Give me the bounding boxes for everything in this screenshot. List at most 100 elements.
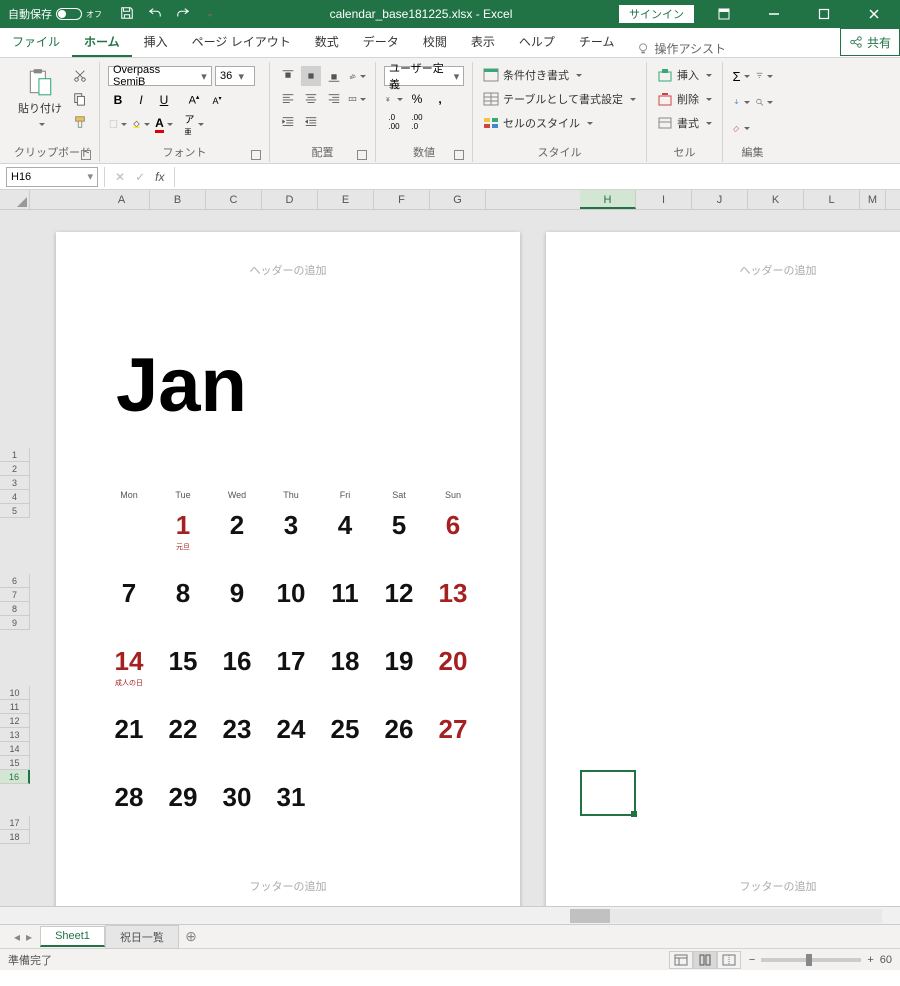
nav-prev-icon[interactable]: ◂	[14, 930, 20, 944]
calendar-title[interactable]: Jan	[116, 342, 247, 429]
footer-placeholder[interactable]: フッターの追加	[546, 878, 900, 894]
row-header[interactable]: 6	[0, 574, 30, 588]
comma-button[interactable]: ,	[430, 89, 450, 109]
tab-view[interactable]: 表示	[459, 27, 507, 57]
borders-button[interactable]	[108, 114, 128, 134]
row-header[interactable]: 4	[0, 490, 30, 504]
col-header[interactable]: A	[94, 190, 150, 209]
col-header[interactable]: B	[150, 190, 206, 209]
tab-insert[interactable]: 挿入	[132, 27, 180, 57]
autosave-toggle[interactable]: 自動保存 オフ	[0, 6, 110, 22]
table-format-button[interactable]: テーブルとして書式設定	[481, 90, 638, 108]
italic-button[interactable]: I	[131, 90, 151, 110]
tab-file[interactable]: ファイル	[0, 27, 72, 57]
row-header[interactable]: 9	[0, 616, 30, 630]
insert-cells-button[interactable]: 挿入	[655, 66, 714, 84]
calendar-day[interactable]: 20	[426, 644, 480, 678]
accounting-format-button[interactable]: ¥	[384, 89, 404, 109]
col-header[interactable]: J	[692, 190, 748, 209]
tab-data[interactable]: データ	[351, 27, 411, 57]
qat-dropdown-icon[interactable]	[204, 7, 213, 21]
row-header[interactable]: 15	[0, 756, 30, 770]
percent-button[interactable]: %	[407, 89, 427, 109]
font-size-combo[interactable]: 36▾	[215, 66, 255, 86]
maximize-button[interactable]	[804, 0, 844, 28]
calendar-day[interactable]: 13	[426, 576, 480, 610]
calendar-day[interactable]: 31	[264, 780, 318, 814]
row-header[interactable]: 10	[0, 686, 30, 700]
tab-review[interactable]: 校閲	[411, 27, 459, 57]
autosum-button[interactable]: Σ	[731, 66, 751, 86]
zoom-slider[interactable]	[761, 958, 861, 962]
dialog-launcher-icon[interactable]	[81, 150, 91, 160]
formula-input[interactable]	[174, 167, 900, 187]
col-header[interactable]: K	[748, 190, 804, 209]
calendar-day[interactable]: 18	[318, 644, 372, 678]
horizontal-scrollbar[interactable]	[0, 906, 900, 924]
zoom-in-button[interactable]: +	[867, 954, 873, 966]
font-color-button[interactable]: A	[154, 114, 174, 134]
cancel-icon[interactable]: ✕	[115, 170, 125, 184]
page-layout-view-button[interactable]	[693, 951, 717, 969]
signin-button[interactable]: サインイン	[619, 5, 694, 23]
tellme-search[interactable]: 操作アシスト	[627, 40, 737, 57]
decrease-decimal-button[interactable]: .00.0	[407, 112, 427, 132]
select-all-button[interactable]	[0, 190, 30, 209]
row-header[interactable]: 5	[0, 504, 30, 518]
col-header[interactable]: H	[580, 190, 636, 209]
row-header[interactable]: 8	[0, 602, 30, 616]
tab-home[interactable]: ホーム	[72, 27, 132, 57]
increase-decimal-button[interactable]: .0.00	[384, 112, 404, 132]
align-right-button[interactable]	[324, 89, 344, 109]
name-box[interactable]: H16 ▾	[6, 167, 98, 187]
active-cell[interactable]	[580, 770, 636, 816]
col-header[interactable]: D	[262, 190, 318, 209]
row-header[interactable]: 2	[0, 462, 30, 476]
tab-pagelayout[interactable]: ページ レイアウト	[180, 27, 303, 57]
calendar-day[interactable]: 23	[210, 712, 264, 746]
dialog-launcher-icon[interactable]	[251, 150, 261, 160]
row-header[interactable]: 18	[0, 830, 30, 844]
calendar-day[interactable]: 1	[156, 508, 210, 542]
calendar-day[interactable]: 14	[102, 644, 156, 678]
phonetic-button[interactable]: ア亜	[184, 114, 204, 134]
row-header[interactable]: 3	[0, 476, 30, 490]
row-header[interactable]: 17	[0, 816, 30, 830]
share-button[interactable]: 共有	[840, 28, 900, 56]
format-cells-button[interactable]: 書式	[655, 114, 714, 132]
calendar-day[interactable]: 27	[426, 712, 480, 746]
calendar-day[interactable]: 26	[372, 712, 426, 746]
fx-icon[interactable]: fx	[155, 170, 164, 184]
font-name-combo[interactable]: Overpass SemiB▾	[108, 66, 212, 86]
normal-view-button[interactable]	[669, 951, 693, 969]
orientation-button[interactable]: ab	[347, 66, 367, 86]
calendar-day[interactable]: 5	[372, 508, 426, 542]
page-break-view-button[interactable]	[717, 951, 741, 969]
merge-button[interactable]	[347, 89, 367, 109]
align-center-button[interactable]	[301, 89, 321, 109]
calendar-day[interactable]: 25	[318, 712, 372, 746]
sheet-tab-1[interactable]: Sheet1	[40, 926, 105, 947]
undo-icon[interactable]	[148, 6, 162, 23]
number-format-combo[interactable]: ユーザー定義▾	[384, 66, 464, 86]
decrease-indent-button[interactable]	[278, 112, 298, 132]
redo-icon[interactable]	[176, 6, 190, 23]
col-header[interactable]: M	[860, 190, 886, 209]
shrink-font-button[interactable]: A▾	[207, 90, 227, 110]
increase-indent-button[interactable]	[301, 112, 321, 132]
tab-formulas[interactable]: 数式	[303, 27, 351, 57]
calendar-day[interactable]	[102, 508, 156, 542]
calendar-day[interactable]: 19	[372, 644, 426, 678]
calendar-day[interactable]: 22	[156, 712, 210, 746]
calendar-day[interactable]: 9	[210, 576, 264, 610]
calendar-day[interactable]: 29	[156, 780, 210, 814]
nav-next-icon[interactable]: ▸	[26, 930, 32, 944]
align-top-button[interactable]	[278, 66, 298, 86]
align-left-button[interactable]	[278, 89, 298, 109]
calendar-day[interactable]: 10	[264, 576, 318, 610]
format-painter-button[interactable]	[70, 112, 90, 132]
calendar-day[interactable]: 28	[102, 780, 156, 814]
calendar-day[interactable]: 2	[210, 508, 264, 542]
col-header[interactable]: I	[636, 190, 692, 209]
clear-button[interactable]	[731, 118, 751, 138]
